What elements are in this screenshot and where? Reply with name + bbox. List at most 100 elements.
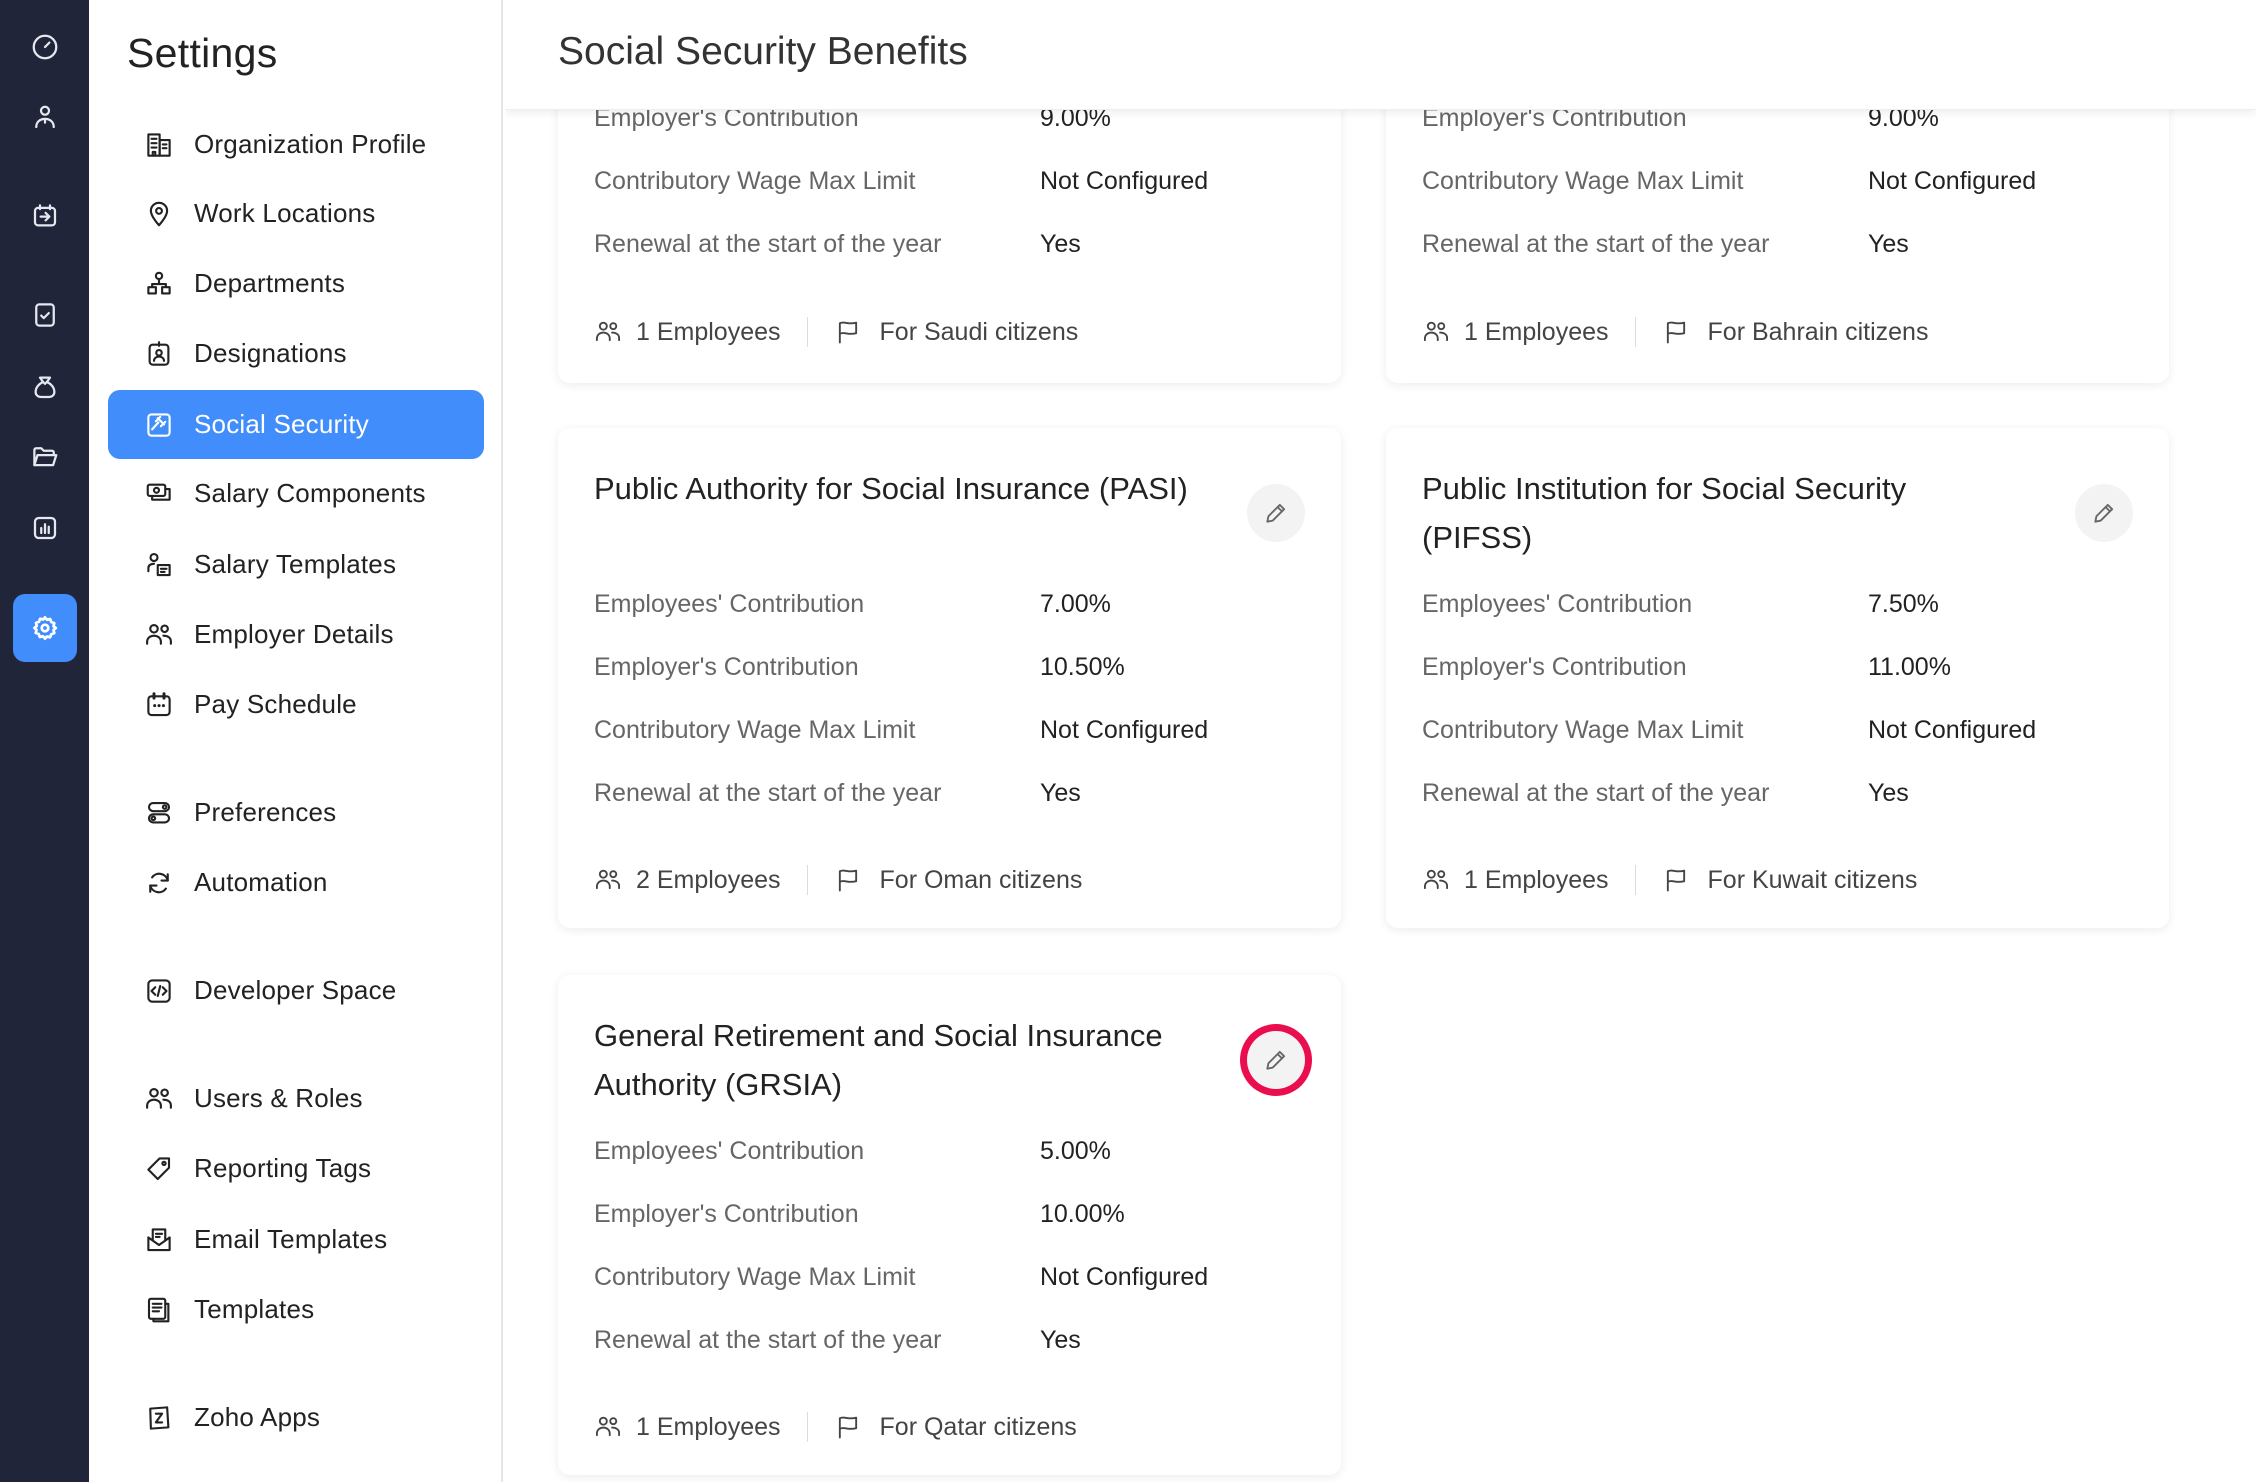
rail-pay-runs[interactable] xyxy=(22,193,68,239)
flag-icon xyxy=(1662,866,1690,894)
sidebar-item-label: Automation xyxy=(194,867,328,897)
sidebar-item-employer-details[interactable]: Employer Details xyxy=(108,600,484,669)
location-pin-icon xyxy=(144,199,174,229)
sidebar-item-organization-profile[interactable]: Organization Profile xyxy=(108,110,484,179)
rail-documents[interactable] xyxy=(22,434,68,480)
detail-label: Employees' Contribution xyxy=(594,590,865,618)
detail-row: Renewal at the start of the year Yes xyxy=(594,779,1294,819)
sidebar-item-label: Designations xyxy=(194,338,347,368)
sidebar-item-automation[interactable]: Automation xyxy=(108,848,484,917)
detail-label: Contributory Wage Max Limit xyxy=(1422,716,1744,744)
card-footer: 1 Employees For Bahrain citizens xyxy=(1422,312,1928,352)
sidebar-item-label: Reporting Tags xyxy=(194,1153,372,1183)
benefit-card-pifss: Public Institution for Social Security (… xyxy=(1386,428,2169,928)
detail-value: 10.00% xyxy=(1040,1200,1125,1228)
person-template-icon xyxy=(144,550,174,580)
detail-label: Employer's Contribution xyxy=(594,1200,859,1228)
employee-count-link[interactable]: 1 Employees xyxy=(1464,318,1609,347)
detail-row: Employer's Contribution 9.00% xyxy=(594,104,1294,144)
detail-row: Renewal at the start of the year Yes xyxy=(1422,230,2122,270)
detail-row: Renewal at the start of the year Yes xyxy=(1422,779,2122,819)
detail-label: Renewal at the start of the year xyxy=(594,779,942,807)
detail-value: Not Configured xyxy=(1040,1263,1209,1291)
employees-icon xyxy=(594,318,622,346)
pay-runs-calendar-arrow-icon xyxy=(33,204,57,227)
rail-loans[interactable] xyxy=(22,364,68,410)
detail-label: Employer's Contribution xyxy=(594,653,859,681)
rail-approvals[interactable] xyxy=(22,292,68,338)
employees-icon xyxy=(1422,318,1450,346)
sidebar-item-label: Preferences xyxy=(194,797,337,827)
sidebar-item-label: Work Locations xyxy=(194,198,376,228)
rail-employees[interactable] xyxy=(22,94,68,140)
sidebar-item-social-security[interactable]: Social Security xyxy=(108,390,484,459)
footer-divider xyxy=(806,865,808,895)
detail-value: Not Configured xyxy=(1040,716,1209,744)
sidebar-item-designations[interactable]: Designations xyxy=(108,319,484,388)
sidebar-item-developer-space[interactable]: Developer Space xyxy=(108,956,484,1025)
sidebar-item-email-templates[interactable]: Email Templates xyxy=(108,1205,484,1274)
detail-value: Yes xyxy=(1040,230,1081,258)
sidebar-item-salary-templates[interactable]: Salary Templates xyxy=(108,530,484,599)
sidebar-item-salary-components[interactable]: Salary Components xyxy=(108,459,484,528)
detail-value: Yes xyxy=(1040,1326,1081,1354)
flag-icon xyxy=(834,1413,862,1441)
sidebar-item-label: Developer Space xyxy=(194,975,397,1005)
benefit-card-pasi: Public Authority for Social Insurance (P… xyxy=(558,428,1341,928)
approvals-checklist-icon xyxy=(35,303,55,327)
detail-value: Yes xyxy=(1868,779,1909,807)
main-content: Social Security Benefits Employer's Cont… xyxy=(505,0,2256,1482)
edit-button[interactable] xyxy=(1247,1031,1305,1089)
pencil-icon xyxy=(1266,1050,1286,1070)
sidebar-item-label: Pay Schedule xyxy=(194,689,357,719)
detail-label: Contributory Wage Max Limit xyxy=(594,1263,916,1291)
detail-row: Contributory Wage Max Limit Not Configur… xyxy=(594,167,1294,207)
sidebar-item-zoho-apps[interactable]: Zoho Apps xyxy=(108,1383,484,1452)
page-title: Social Security Benefits xyxy=(558,30,968,73)
employee-count-link[interactable]: 1 Employees xyxy=(1464,866,1609,895)
employee-count-link[interactable]: 1 Employees xyxy=(636,318,781,347)
flag-icon xyxy=(1662,318,1690,346)
detail-label: Employees' Contribution xyxy=(1422,590,1693,618)
footer-divider xyxy=(1634,317,1636,347)
pencil-icon xyxy=(2094,503,2114,523)
employee-count-link[interactable]: 1 Employees xyxy=(636,1413,781,1442)
edit-button[interactable] xyxy=(2075,484,2133,542)
rail-reports[interactable] xyxy=(22,505,68,551)
detail-row: Employer's Contribution 9.00% xyxy=(1422,104,2122,144)
settings-gear-icon xyxy=(33,616,58,640)
users-icon xyxy=(144,620,174,650)
reports-bar-chart-icon xyxy=(33,516,57,540)
card-footer: 1 Employees For Kuwait citizens xyxy=(1422,860,1917,900)
settings-sidebar: Settings Organization Profile Work Locat… xyxy=(89,0,503,1482)
gavel-icon xyxy=(144,410,174,440)
detail-row: Employer's Contribution 10.00% xyxy=(594,1200,1294,1240)
employees-icon xyxy=(594,1413,622,1441)
sidebar-item-work-locations[interactable]: Work Locations xyxy=(108,179,484,248)
money-bills-icon xyxy=(144,479,174,509)
sidebar-item-label: Users & Roles xyxy=(194,1083,363,1113)
sidebar-item-reporting-tags[interactable]: Reporting Tags xyxy=(108,1134,484,1203)
citizenship-label: For Saudi citizens xyxy=(879,317,1079,346)
rail-settings[interactable] xyxy=(13,594,77,662)
detail-row: Employees' Contribution 7.50% xyxy=(1422,590,2122,630)
detail-row: Employees' Contribution 7.00% xyxy=(594,590,1294,630)
sidebar-item-label: Salary Components xyxy=(194,478,426,508)
detail-row: Employer's Contribution 10.50% xyxy=(594,653,1294,693)
calendar-dots-icon xyxy=(144,690,174,720)
sidebar-item-templates[interactable]: Templates xyxy=(108,1275,484,1344)
edit-button[interactable] xyxy=(1247,484,1305,542)
sidebar-item-preferences[interactable]: Preferences xyxy=(108,778,484,847)
page-header: Social Security Benefits xyxy=(505,0,2256,110)
flag-icon xyxy=(834,318,862,346)
sidebar-item-departments[interactable]: Departments xyxy=(108,249,484,318)
sidebar-item-users-roles[interactable]: Users & Roles xyxy=(108,1064,484,1133)
detail-label: Contributory Wage Max Limit xyxy=(1422,167,1744,195)
org-chart-icon xyxy=(144,269,174,299)
rail-dashboard[interactable] xyxy=(22,24,68,70)
pencil-icon xyxy=(1266,503,1286,523)
employee-count-link[interactable]: 2 Employees xyxy=(636,866,781,895)
sidebar-item-label: Templates xyxy=(194,1294,315,1324)
detail-value: Not Configured xyxy=(1040,167,1209,195)
sidebar-item-pay-schedule[interactable]: Pay Schedule xyxy=(108,670,484,739)
